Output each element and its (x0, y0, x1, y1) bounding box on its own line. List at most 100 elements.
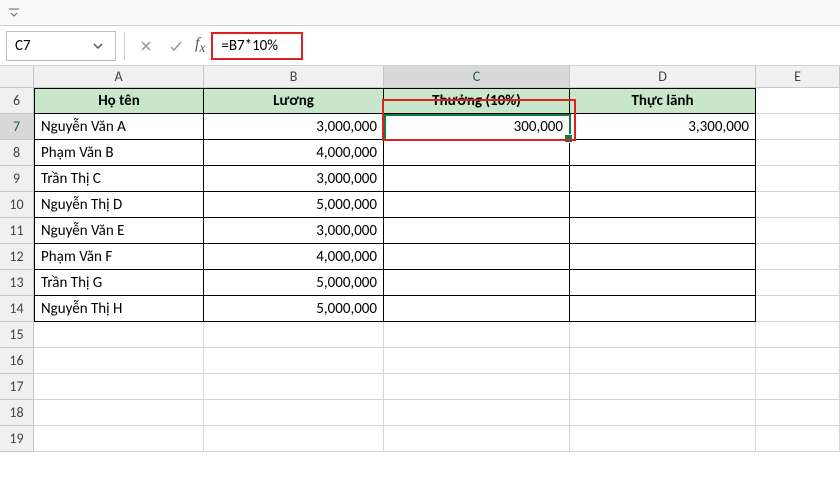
cell[interactable] (570, 244, 756, 270)
cell[interactable] (756, 192, 840, 218)
name-box[interactable]: C7 (6, 31, 116, 61)
cell[interactable] (34, 426, 204, 452)
row-header-18[interactable]: 18 (0, 400, 34, 426)
row-header-10[interactable]: 10 (0, 192, 34, 218)
cell[interactable] (384, 400, 570, 426)
cancel-formula-icon[interactable] (133, 33, 159, 59)
cell[interactable] (756, 400, 840, 426)
row-header-6[interactable]: 6 (0, 88, 34, 114)
row-header-13[interactable]: 13 (0, 270, 34, 296)
cell[interactable] (384, 270, 570, 296)
cell[interactable] (570, 348, 756, 374)
cell[interactable] (756, 374, 840, 400)
cell[interactable] (570, 140, 756, 166)
column-header-B[interactable]: B (204, 66, 384, 88)
cell[interactable] (570, 426, 756, 452)
cell[interactable] (204, 374, 384, 400)
cell[interactable] (34, 400, 204, 426)
cell[interactable]: 4,000,000 (204, 140, 384, 166)
cell[interactable] (756, 244, 840, 270)
cell[interactable] (570, 192, 756, 218)
table-header-cell[interactable]: Thực lãnh (570, 88, 756, 114)
column-header-C[interactable]: C (384, 66, 570, 88)
table-header-cell[interactable]: Lương (204, 88, 384, 114)
cell[interactable]: 3,000,000 (204, 166, 384, 192)
column-header-D[interactable]: D (570, 66, 756, 88)
row-header-19[interactable]: 19 (0, 426, 34, 452)
row-header-16[interactable]: 16 (0, 348, 34, 374)
cell[interactable] (570, 296, 756, 322)
select-all-corner[interactable] (0, 66, 34, 88)
column-header-A[interactable]: A (34, 66, 204, 88)
cell[interactable] (570, 400, 756, 426)
row-header-14[interactable]: 14 (0, 296, 34, 322)
column-header-E[interactable]: E (756, 66, 840, 88)
row-header-12[interactable]: 12 (0, 244, 34, 270)
enter-formula-icon[interactable] (163, 33, 189, 59)
cell[interactable] (756, 114, 840, 140)
cell[interactable]: Phạm Văn B (34, 140, 204, 166)
cell[interactable]: Nguyễn Thị D (34, 192, 204, 218)
table-header-cell[interactable]: Thưởng (10%) (384, 88, 570, 114)
cell[interactable] (756, 166, 840, 192)
cell[interactable] (384, 244, 570, 270)
fx-icon[interactable]: fx (193, 35, 207, 56)
row-header-11[interactable]: 11 (0, 218, 34, 244)
cell[interactable]: 5,000,000 (204, 296, 384, 322)
row-header-8[interactable]: 8 (0, 140, 34, 166)
cell[interactable]: Nguyễn Văn A (34, 114, 204, 140)
cell[interactable]: 4,000,000 (204, 244, 384, 270)
cell[interactable] (204, 400, 384, 426)
cell[interactable] (570, 374, 756, 400)
cell[interactable] (204, 348, 384, 374)
formula-input[interactable]: =B7*10% (211, 32, 303, 60)
cell[interactable] (570, 166, 756, 192)
cell[interactable] (384, 348, 570, 374)
table-row: Trần Thị C3,000,000 (34, 166, 840, 192)
cell[interactable] (756, 426, 840, 452)
cell[interactable]: Trần Thị C (34, 166, 204, 192)
cell[interactable] (756, 270, 840, 296)
name-box-dropdown-icon[interactable] (89, 41, 107, 51)
cell[interactable] (34, 348, 204, 374)
cell[interactable]: 5,000,000 (204, 192, 384, 218)
cell[interactable] (34, 322, 204, 348)
cell[interactable] (756, 296, 840, 322)
cell[interactable] (384, 426, 570, 452)
spreadsheet-grid[interactable]: 678910111213141516171819 ABCDE Họ tênLươ… (0, 66, 840, 452)
cell[interactable] (384, 322, 570, 348)
cell[interactable]: 300,000 (384, 114, 570, 140)
cell[interactable]: 5,000,000 (204, 270, 384, 296)
cell[interactable] (756, 322, 840, 348)
cell[interactable] (384, 218, 570, 244)
cell[interactable] (204, 322, 384, 348)
row-header-15[interactable]: 15 (0, 322, 34, 348)
cell[interactable] (756, 348, 840, 374)
cell[interactable] (570, 270, 756, 296)
row-header-7[interactable]: 7 (0, 114, 34, 140)
cell[interactable]: 3,000,000 (204, 218, 384, 244)
table-row: Phạm Văn F4,000,000 (34, 244, 840, 270)
row-header-9[interactable]: 9 (0, 166, 34, 192)
cell[interactable]: Phạm Văn F (34, 244, 204, 270)
cell[interactable] (384, 192, 570, 218)
cell[interactable]: Nguyễn Văn E (34, 218, 204, 244)
cell[interactable] (570, 322, 756, 348)
cell[interactable] (384, 296, 570, 322)
cell[interactable] (34, 374, 204, 400)
cell[interactable] (384, 140, 570, 166)
cell[interactable] (756, 140, 840, 166)
cell[interactable] (384, 166, 570, 192)
table-header-cell[interactable]: Họ tên (34, 88, 204, 114)
cell[interactable]: 3,300,000 (570, 114, 756, 140)
cell[interactable] (384, 374, 570, 400)
customize-quick-access-icon[interactable] (8, 7, 20, 19)
cell[interactable]: 3,000,000 (204, 114, 384, 140)
cell[interactable]: Trần Thị G (34, 270, 204, 296)
cell[interactable] (756, 218, 840, 244)
cell[interactable] (570, 218, 756, 244)
cell[interactable] (204, 426, 384, 452)
cell[interactable] (756, 88, 840, 114)
cell[interactable]: Nguyễn Thị H (34, 296, 204, 322)
row-header-17[interactable]: 17 (0, 374, 34, 400)
